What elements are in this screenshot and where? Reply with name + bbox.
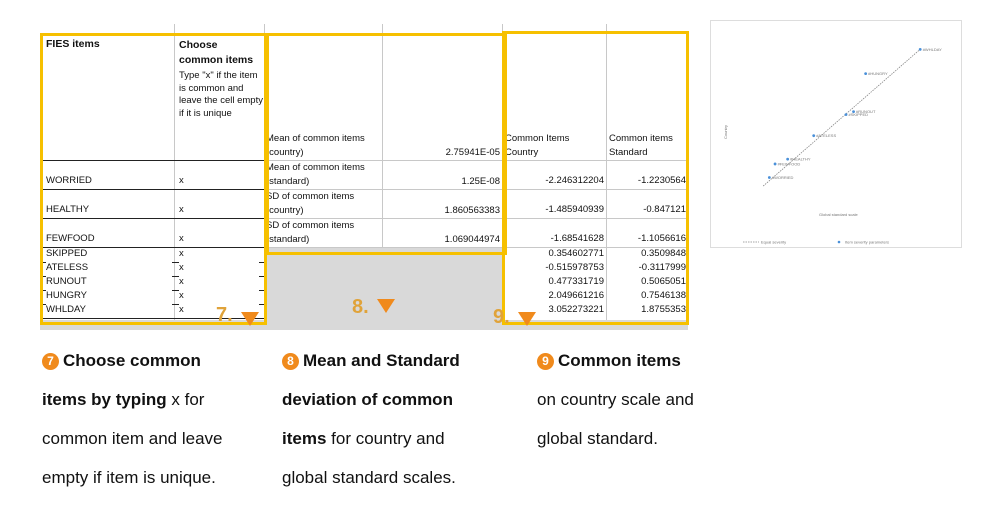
scatter-point <box>844 113 848 117</box>
scatter-point-label: #FEWFOOD <box>778 161 801 166</box>
caption-7-line3: common item and leave <box>42 429 223 448</box>
scatter-chart: Country Global standard scale Equal seve… <box>710 20 962 248</box>
scatter-point <box>918 48 922 51</box>
legend-line-label: Equal severity <box>761 240 786 245</box>
scatter-point-label: #WORRIED <box>772 175 794 180</box>
scatter-chart-svg: Country Global standard scale Equal seve… <box>723 47 942 245</box>
scatter-point <box>812 134 816 138</box>
circled-number-8: 8 <box>282 353 299 370</box>
legend-point-swatch <box>837 240 841 244</box>
scatter-point-label: #RUNOUT <box>856 109 876 114</box>
scatter-point <box>773 162 777 166</box>
arrow-down-icon <box>377 299 395 313</box>
caption-9-line3: global standard. <box>537 429 658 448</box>
callout-8: 8. <box>352 296 369 318</box>
arrow-down-icon <box>518 312 536 326</box>
caption-9: 9 Common items on country scale and globa… <box>537 341 757 458</box>
caption-8-line4: global standard scales. <box>282 468 456 487</box>
caption-9-bold1: Common items <box>558 351 681 370</box>
callout-9: 9. <box>493 306 510 328</box>
highlight-box-9 <box>502 31 689 325</box>
caption-8-bold2: deviation of common <box>282 390 453 409</box>
scatter-point <box>767 176 771 179</box>
caption-9-line2: on country scale and <box>537 390 694 409</box>
highlight-box-8 <box>266 33 507 255</box>
callout-7: 7. <box>216 304 233 326</box>
circled-number-9: 9 <box>537 353 554 370</box>
caption-7-bold1: Choose common <box>63 351 201 370</box>
scatter-point-label: #ATELESS <box>816 133 836 138</box>
caption-8: 8 Mean and Standard deviation of common i… <box>282 341 512 497</box>
scatter-point-label: #HUNGRY <box>868 71 888 76</box>
caption-7: 7 Choose common items by typing x for com… <box>42 341 272 497</box>
scatter-point <box>852 110 855 114</box>
caption-8-bold3: items <box>282 429 327 448</box>
scatter-point-label: #WHLDAY <box>923 47 942 52</box>
scatter-point <box>864 72 868 76</box>
caption-7-bold2: items by typing <box>42 390 167 409</box>
caption-8-bold1: Mean and Standard <box>303 351 460 370</box>
arrow-down-icon <box>241 312 259 326</box>
scatter-point <box>786 157 790 161</box>
caption-8-rest3: for country and <box>326 429 445 448</box>
caption-7-rest2: x for <box>166 390 205 409</box>
legend-point-label: Item severity parameters <box>845 240 889 245</box>
circled-number-7: 7 <box>42 353 59 370</box>
highlight-box-7 <box>40 33 267 325</box>
chart-ylabel: Country <box>723 125 728 139</box>
chart-xlabel: Global standard scale <box>819 212 858 217</box>
caption-7-line4: empty if item is unique. <box>42 468 216 487</box>
